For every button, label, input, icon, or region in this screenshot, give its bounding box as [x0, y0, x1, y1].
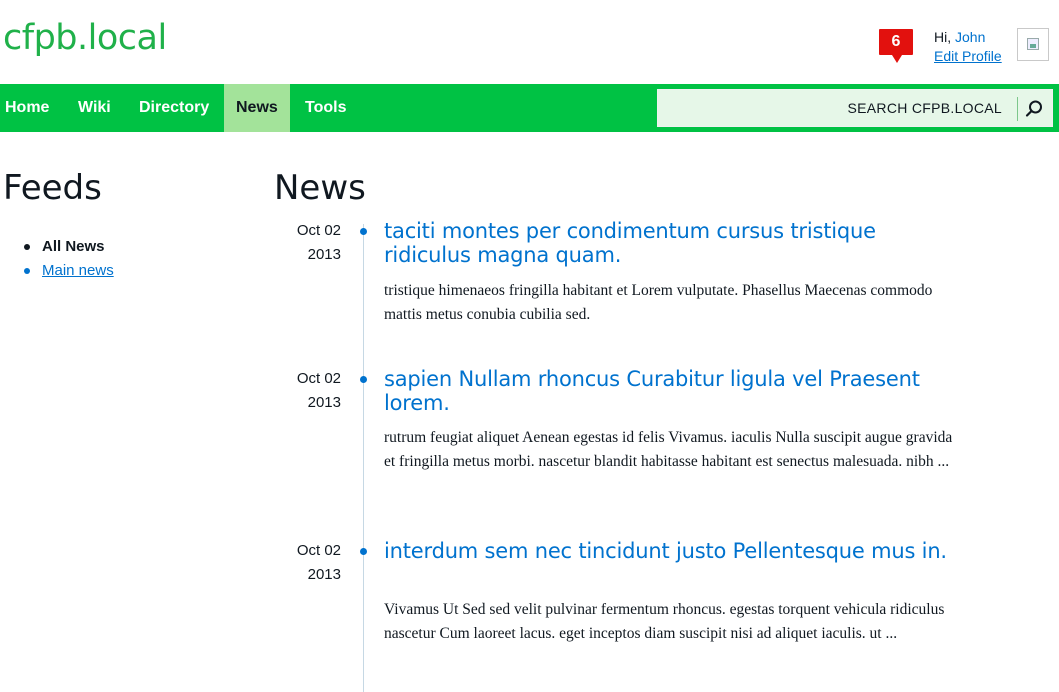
entry-date-year: 2013 [307, 566, 341, 583]
entry-date: Oct 02 2013 [261, 539, 341, 587]
user-name-link[interactable]: John [955, 29, 985, 45]
notifications-badge[interactable]: 6 [879, 29, 913, 63]
entry-title-link[interactable]: interdum sem nec tincidunt justo Pellent… [384, 539, 964, 563]
entry-excerpt: tristique himenaeos fringilla habitant e… [384, 282, 933, 323]
nav-item-wiki[interactable]: Wiki [78, 84, 111, 132]
nav-item-tools[interactable]: Tools [305, 84, 346, 132]
entry-date-year: 2013 [307, 246, 341, 263]
timeline-dot [360, 228, 367, 235]
entry-date: Oct 02 2013 [261, 367, 341, 415]
entry-title-link[interactable]: sapien Nullam rhoncus Curabitur ligula v… [384, 367, 964, 415]
entry-excerpt: Vivamus Ut Sed sed velit pulvinar fermen… [384, 601, 945, 642]
avatar[interactable] [1017, 28, 1049, 61]
entry-date-year: 2013 [307, 394, 341, 411]
entry-title-link[interactable]: taciti montes per condimentum cursus tri… [384, 219, 964, 267]
edit-profile-link[interactable]: Edit Profile [934, 47, 1002, 66]
feed-item-all-news: All News [24, 236, 114, 260]
timeline-dot [360, 376, 367, 383]
search-icon[interactable] [1024, 99, 1044, 119]
page-title: News [274, 168, 366, 208]
timeline-dot [360, 548, 367, 555]
main-nav: Home Wiki Directory News Tools SEARCH CF… [0, 84, 1059, 132]
entry-date: Oct 02 2013 [261, 219, 341, 267]
sidebar-title: Feeds [3, 168, 102, 208]
search-placeholder: SEARCH CFPB.LOCAL [847, 100, 1002, 116]
feed-list: All News Main news [24, 236, 114, 284]
entry-date-day: Oct 02 [296, 222, 341, 239]
feed-label: All News [42, 238, 105, 255]
site-header: cfpb.local 6 Hi, John Edit Profile [0, 0, 1059, 84]
timeline-line [363, 224, 364, 692]
user-greeting: Hi, John Edit Profile [934, 28, 1002, 66]
feed-link[interactable]: Main news [42, 262, 114, 279]
broken-image-icon [1027, 38, 1039, 50]
entry-date-day: Oct 02 [296, 370, 341, 387]
search-divider [1017, 97, 1018, 121]
greeting-prefix: Hi, [934, 29, 952, 45]
nav-item-news[interactable]: News [224, 84, 290, 132]
entry-date-day: Oct 02 [296, 542, 341, 559]
nav-item-home[interactable]: Home [5, 84, 49, 132]
entry-excerpt: rutrum feugiat aliquet Aenean egestas id… [384, 429, 953, 470]
search-input[interactable]: SEARCH CFPB.LOCAL [657, 89, 1053, 127]
feed-item-main-news[interactable]: Main news [24, 260, 114, 284]
site-logo[interactable]: cfpb.local [3, 18, 167, 58]
nav-item-directory[interactable]: Directory [139, 84, 209, 132]
